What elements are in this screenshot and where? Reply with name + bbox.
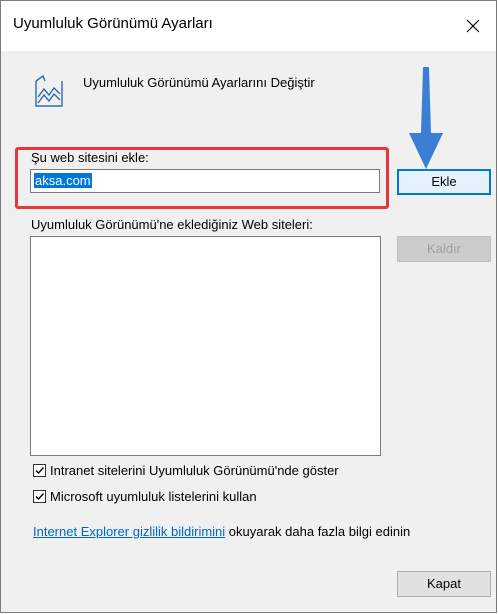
intranet-checkbox[interactable] bbox=[33, 464, 46, 477]
added-sites-list[interactable] bbox=[30, 236, 381, 456]
checkmark-icon bbox=[35, 467, 45, 475]
annotation-arrow-icon bbox=[409, 67, 443, 169]
intranet-option-label: Intranet sitelerini Uyumluluk Görünümü'n… bbox=[50, 463, 339, 478]
privacy-suffix: okuyarak daha fazla bilgi edinin bbox=[225, 524, 411, 539]
close-button[interactable]: Kapat bbox=[397, 571, 491, 597]
dialog-title: Uyumluluk Görünümü Ayarları bbox=[13, 15, 213, 32]
ms-lists-checkbox[interactable] bbox=[33, 490, 46, 503]
option-ms-lists[interactable]: Microsoft uyumluluk listelerini kullan bbox=[33, 489, 257, 504]
privacy-link[interactable]: Internet Explorer gizlilik bildirimini bbox=[33, 524, 225, 539]
header-text: Uyumluluk Görünümü Ayarlarını Değiştir bbox=[83, 75, 315, 90]
close-window-button[interactable] bbox=[450, 1, 496, 51]
add-site-input[interactable]: aksa.com bbox=[30, 169, 380, 193]
add-site-label: Şu web sitesini ekle: bbox=[31, 150, 149, 165]
compat-view-settings-dialog: Uyumluluk Görünümü Ayarları Uyumluluk Gö… bbox=[0, 0, 497, 613]
privacy-info: Internet Explorer gizlilik bildirimini o… bbox=[33, 524, 410, 539]
added-sites-label: Uyumluluk Görünümü'ne eklediğiniz Web si… bbox=[31, 217, 313, 232]
title-bar: Uyumluluk Görünümü Ayarları bbox=[1, 1, 496, 51]
option-intranet[interactable]: Intranet sitelerini Uyumluluk Görünümü'n… bbox=[33, 463, 339, 478]
input-value: aksa.com bbox=[34, 173, 92, 188]
close-icon bbox=[466, 19, 480, 33]
remove-button: Kaldır bbox=[397, 236, 491, 262]
compat-view-icon bbox=[35, 74, 63, 107]
ms-lists-option-label: Microsoft uyumluluk listelerini kullan bbox=[50, 489, 257, 504]
checkmark-icon bbox=[35, 493, 45, 501]
